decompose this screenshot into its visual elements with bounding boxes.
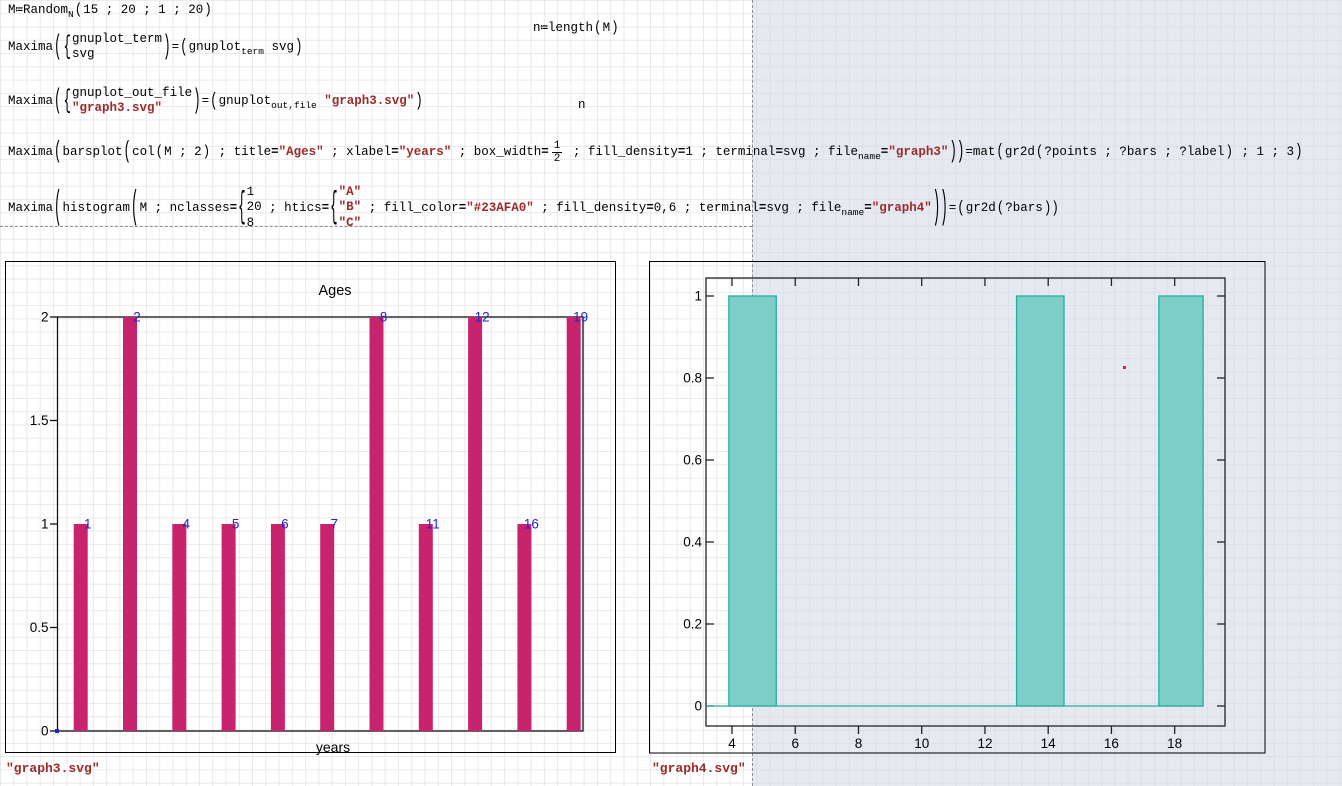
x-tick-label: 8 <box>855 736 863 751</box>
y-tick-label: 1.5 <box>30 413 49 428</box>
x-tick-label: 4 <box>728 736 736 751</box>
bar-value-label: 16 <box>524 517 539 532</box>
y-tick-label: 0.5 <box>30 620 49 635</box>
y-tick-label: 2 <box>41 310 49 325</box>
bar <box>419 524 433 731</box>
bar-value-label: 6 <box>281 517 289 532</box>
histogram-region[interactable]: 00.20.40.60.814681012141618"graph4.svg" <box>650 262 1266 777</box>
bar-value-label: 7 <box>330 517 338 532</box>
y-tick-label: 0.4 <box>683 535 702 550</box>
y-tick-label: 0.2 <box>683 617 702 632</box>
bar-value-label: 19 <box>573 310 588 325</box>
y-tick-label: 0 <box>694 699 702 714</box>
ages-barsplot-region[interactable]: Ages00.511.52124567811121619years"graph3… <box>6 262 616 777</box>
histogram-bar <box>1159 296 1203 706</box>
stray-point-marker <box>1123 366 1126 369</box>
origin-point-marker <box>55 729 59 733</box>
bar <box>370 317 384 731</box>
y-tick-label: 1 <box>694 289 702 304</box>
bar <box>567 317 581 731</box>
result-filename: "graph4.svg" <box>652 761 746 776</box>
y-tick-label: 0.6 <box>683 453 702 468</box>
bar-value-label: 5 <box>232 517 240 532</box>
bar-value-label: 12 <box>475 310 490 325</box>
y-tick-label: 1 <box>41 517 49 532</box>
histogram-bar <box>729 296 776 706</box>
x-tick-label: 12 <box>977 736 992 751</box>
bar <box>74 524 88 731</box>
plot-frame <box>706 278 1225 726</box>
y-tick-label: 0 <box>41 724 49 739</box>
x-tick-label: 18 <box>1167 736 1182 751</box>
x-tick-label: 16 <box>1104 736 1119 751</box>
bar-value-label: 8 <box>380 310 388 325</box>
histogram-bar <box>1017 296 1064 706</box>
bar <box>517 524 531 731</box>
x-tick-label: 6 <box>791 736 799 751</box>
bar <box>271 524 285 731</box>
bar <box>320 524 334 731</box>
charts-layer: Ages00.511.52124567811121619years"graph3… <box>0 0 1342 786</box>
bar-value-label: 2 <box>133 310 141 325</box>
x-tick-label: 10 <box>914 736 929 751</box>
bar <box>123 317 137 731</box>
x-tick-label: 14 <box>1041 736 1057 751</box>
bar-value-label: 11 <box>426 517 440 532</box>
bar <box>222 524 236 731</box>
bar <box>172 524 186 731</box>
chart-title: Ages <box>318 283 351 299</box>
y-tick-label: 0.8 <box>683 371 702 386</box>
bar-value-label: 1 <box>84 517 92 532</box>
x-axis-label: years <box>316 739 350 755</box>
bar <box>468 317 482 731</box>
bar-value-label: 4 <box>183 517 191 532</box>
result-filename: "graph3.svg" <box>6 761 100 776</box>
